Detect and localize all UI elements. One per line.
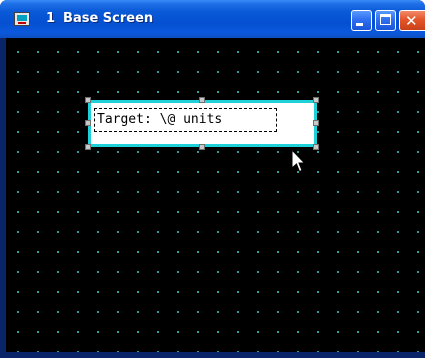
resize-handle-bottom-right[interactable] [313,144,319,150]
close-button[interactable]: ✕ [399,10,425,31]
screen-editor-window: 1 Base Screen ✕ Target: \@ units [0,0,425,358]
screen-number: 1 [46,11,56,26]
resize-handle-left[interactable] [85,120,91,126]
text-object[interactable]: Target: \@ units [88,100,317,147]
screen-icon[interactable] [14,12,30,26]
minimize-icon [356,23,363,26]
resize-handle-bottom[interactable] [199,144,205,150]
mouse-pointer-icon [291,149,306,173]
text-field-box[interactable]: Target: \@ units [94,108,277,132]
minimize-button[interactable] [351,10,372,31]
resize-handle-top[interactable] [199,97,205,103]
window-title: 1 Base Screen [46,11,153,27]
screen-icon-bar [18,22,26,24]
title-bar[interactable]: 1 Base Screen ✕ [0,0,425,38]
close-icon: ✕ [405,12,418,30]
screen-canvas[interactable]: Target: \@ units [6,38,425,352]
text-object-label: Target: \@ units [97,112,223,127]
maximize-icon [380,14,391,25]
resize-handle-right[interactable] [313,120,319,126]
screen-icon-display [17,15,27,21]
resize-handle-top-left[interactable] [85,97,91,103]
maximize-button[interactable] [375,10,396,31]
resize-handle-bottom-left[interactable] [85,144,91,150]
window-bottom-border [0,352,425,358]
screen-name: Base Screen [63,11,154,26]
resize-handle-top-right[interactable] [313,97,319,103]
